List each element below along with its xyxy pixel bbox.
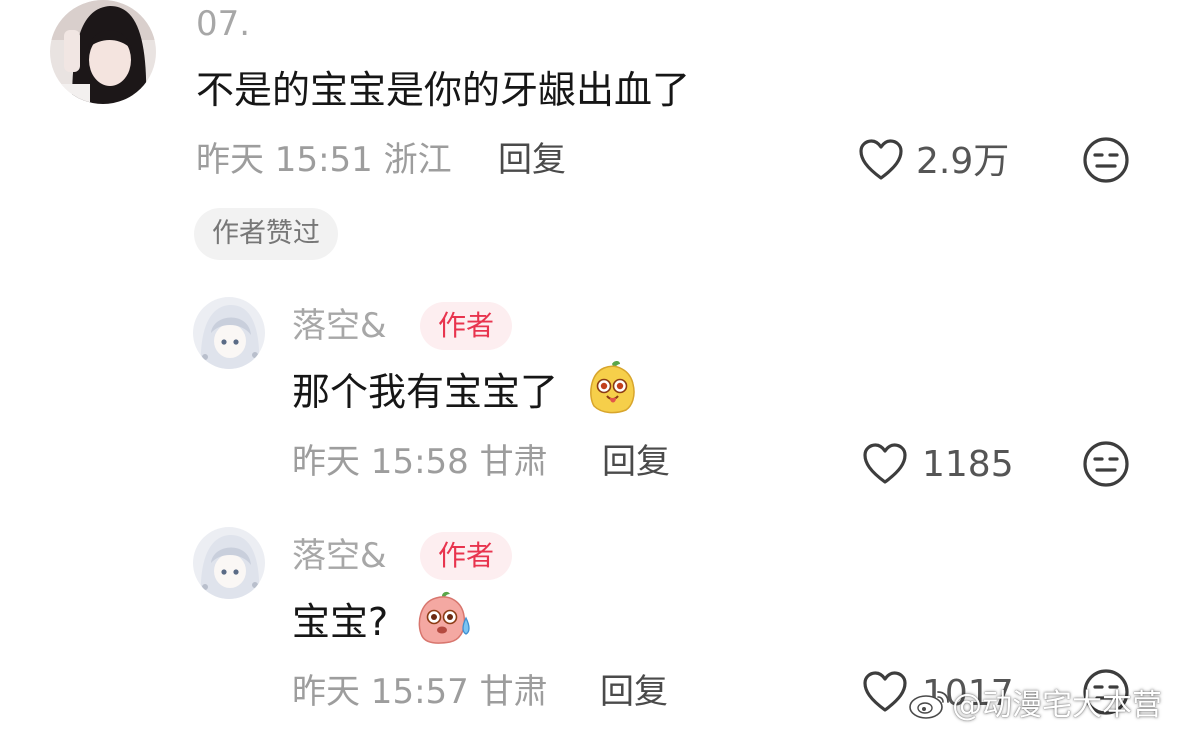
dislike-face-icon[interactable] [1082,440,1130,488]
reply-button[interactable]: 回复 [602,442,670,482]
author-badge: 作者 [420,532,513,580]
heart-icon[interactable] [862,670,908,714]
avatar[interactable] [193,527,265,599]
comment-meta: 昨天 15:51 浙江 [196,140,452,180]
reply-button[interactable]: 回复 [498,140,566,180]
author-badge: 作者 [420,302,513,350]
reply-text: 那个我有宝宝了 [292,370,559,414]
like-count: 2.9万 [916,141,1010,182]
dislike-face-icon[interactable] [1082,136,1130,184]
comment-username[interactable]: 07. [196,4,250,44]
heart-icon[interactable] [858,138,904,182]
avatar[interactable] [50,0,156,104]
reply-text: 宝宝? [292,600,389,644]
reply-meta: 昨天 15:57 甘肃 [292,672,548,712]
comment-thread: 07. 不是的宝宝是你的牙龈出血了 昨天 15:51 浙江 回复 2.9万 作者… [0,0,1179,731]
reply-button[interactable]: 回复 [600,672,668,712]
weibo-logo-icon [908,686,950,720]
avatar[interactable] [193,297,265,369]
yellow-blob-tongue-emoji [586,360,638,414]
comment-text: 不是的宝宝是你的牙龈出血了 [196,68,691,112]
author-liked-chip: 作者赞过 [194,208,338,260]
reply-username[interactable]: 落空& [292,536,387,576]
reply-meta: 昨天 15:58 甘肃 [292,442,548,482]
watermark: @动漫宅大本营 [952,688,1162,723]
like-count: 1185 [922,444,1014,485]
pink-blob-sweat-emoji [416,590,474,646]
reply-username[interactable]: 落空& [292,306,387,346]
heart-icon[interactable] [862,442,908,486]
